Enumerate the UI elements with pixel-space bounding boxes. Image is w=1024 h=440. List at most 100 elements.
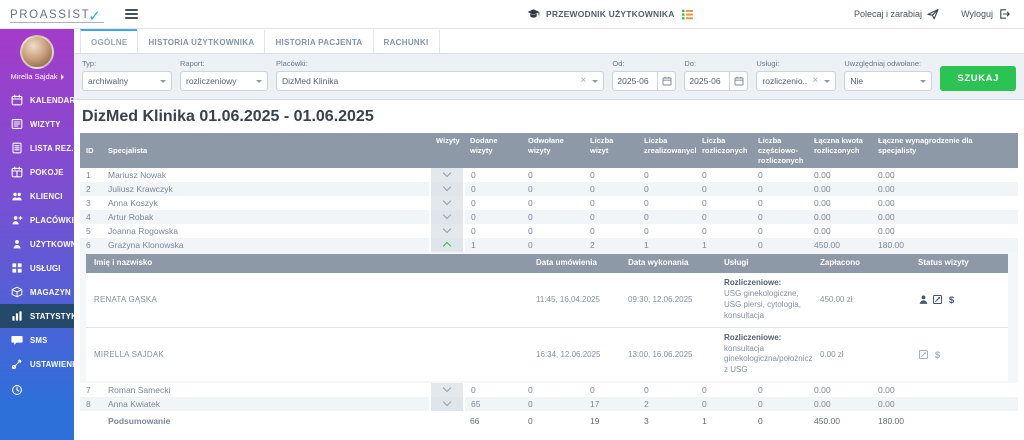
sidebar-item-lista-rez[interactable]: LISTA REZ. [0,136,74,160]
row-id: 8 [80,397,102,411]
specialist-name: Mariusz Nowak [102,168,430,182]
sidebar-item-sms[interactable]: SMS [0,328,74,352]
tab-historia-użytkownika[interactable]: HISTORIA UŻYTKOWNIKA [137,29,265,53]
sidebar-item-ustawienia[interactable]: USTAWIENIA [0,352,74,376]
tab-rachunki[interactable]: RACHUNKI [373,29,440,53]
user-guide-link[interactable]: PRZEWODNIK UŻYTKOWNIKA [546,9,675,19]
specialist-name: Artur Robak [102,210,430,224]
patient-name: MIRELLA SAJDAK [86,327,528,381]
report-content: DizMed Klinika 01.06.2025 - 01.06.2025 I… [74,100,1024,440]
sidebar-item-usługi[interactable]: USŁUGI [0,256,74,280]
cell-value: 2 [638,397,696,411]
column-header-data-wykonania: Data wykonania [620,254,716,273]
sidebar-item-label: USTAWIENIA [30,360,80,369]
sidebar-item-placówki[interactable]: PLACÓWKI [0,208,74,232]
tab-bar: OGÓLNEHISTORIA UŻYTKOWNIKAHISTORIA PACJE… [74,29,1024,54]
cell-value: 0 [638,196,696,210]
note-icon[interactable] [918,349,929,360]
summary-value: 450.00 [808,411,872,431]
cell-value: 0 [696,182,752,196]
cell-value: 0 [522,210,584,224]
cell-value: 0 [522,238,584,252]
cell-value: 2 [584,238,638,252]
facility-select[interactable]: DizMed Klinika × [276,71,604,91]
summary-value: 3 [638,411,696,431]
paper-plane-icon [927,8,939,20]
visit-services: Rozliczeniowe:konsultacja ginekologiczna… [716,327,812,381]
toggle-visits-button[interactable] [430,224,464,238]
cell-value: 17 [584,397,638,411]
clear-icon[interactable]: × [813,76,819,86]
settings-tools-icon [11,358,23,370]
summary-value: 19 [584,411,638,431]
sidebar-item-statystyki[interactable]: STATYSTYKI [0,304,74,328]
cell-value: 0 [522,383,584,397]
user-menu[interactable]: Mirella Sajdak [0,72,74,81]
date-to-input[interactable]: 2025-06 [684,71,748,91]
sidebar-item-history[interactable] [0,378,74,402]
services-select[interactable]: rozliczenio.. × [756,71,836,91]
chevron-down-icon [824,80,830,83]
cell-value: 0 [752,210,808,224]
clear-icon[interactable]: × [581,76,587,86]
cell-value: 0.00 [808,397,872,411]
chevron-down-icon [920,80,926,83]
logout-link[interactable]: Wyloguj [961,8,1010,20]
calendar-icon[interactable] [657,72,675,90]
sidebar-item-pokoje[interactable]: POKOJE [0,160,74,184]
report-filter-label: Raport: [180,59,268,68]
toggle-visits-button[interactable] [430,182,464,196]
sidebar-item-wizyty[interactable]: WIZYTY [0,112,74,136]
cell-value: 0 [696,196,752,210]
cell-value: 0 [638,168,696,182]
sidebar-item-użytkownicy[interactable]: UŻYTKOWNICY [0,232,74,256]
tab-ogólne[interactable]: OGÓLNE [80,29,138,53]
toggle-visits-button[interactable] [430,238,464,252]
toggle-visits-button[interactable] [430,397,464,411]
row-id: 1 [80,168,102,182]
toggle-visits-button[interactable] [430,168,464,182]
date-from-input[interactable]: 2025-06 [612,71,676,91]
chevron-down-icon [443,169,451,177]
scheduled-date: 16:34, 12.06.2025 [528,327,620,381]
cell-value: 0.00 [872,196,1018,210]
cell-value: 0 [584,168,638,182]
toggle-visits-button[interactable] [430,210,464,224]
cell-value: 0 [696,224,752,238]
row-id: 5 [80,224,102,238]
summary-label: Podsumowanie [102,411,430,431]
sidebar-item-klienci[interactable]: KLIENCI [0,184,74,208]
column-header-liczba-wizyt: Liczba wizyt [584,133,638,168]
cell-value: 0 [464,168,522,182]
cell-value: 0.00 [872,397,1018,411]
services-list: USG ginekologiczne, USG piersi, cytologi… [724,289,804,321]
filter-bar: Typ: archiwalny Raport: rozliczeniowy Pl… [74,54,1024,100]
row-id: 2 [80,182,102,196]
services-filter-label: Usługi: [756,59,836,68]
cell-value: 0 [752,238,808,252]
tab-historia-pacjenta[interactable]: HISTORIA PACJENTA [264,29,373,53]
sidebar-item-kalendarz[interactable]: KALENDARZ [0,88,74,112]
report-body: 1Mariusz Nowak0000000.000.002Juliusz Kra… [80,168,1018,431]
history-clock-icon [11,384,23,396]
toggle-visits-button[interactable] [430,383,464,397]
type-select[interactable]: archiwalny [82,71,172,91]
menu-hamburger-icon[interactable] [122,4,141,24]
include-cancelled-select[interactable]: Nie [844,71,932,91]
avatar[interactable] [20,35,54,69]
sidebar-item-label: MAGAZYN [30,288,71,297]
scheduled-date: 11:45, 16.04.2025 [528,273,620,327]
cell-value: 0.00 [808,168,872,182]
sidebar-item-magazyn[interactable]: MAGAZYN [0,280,74,304]
sidebar: Mirella Sajdak KALENDARZWIZYTYLISTA REZ.… [0,29,74,440]
visit-row: MIRELLA SAJDAK16:34, 12.06.202513:00, 16… [86,327,1008,381]
calendar-icon[interactable] [729,72,747,90]
report-select[interactable]: rozliczeniowy [180,71,268,91]
search-button[interactable]: SZUKAJ [940,66,1016,91]
toggle-visits-button[interactable] [430,196,464,210]
note-icon[interactable] [932,294,943,305]
refer-and-earn-link[interactable]: Polecaj i zarabiaj [854,8,939,20]
summary-value: 0 [752,411,808,431]
patient-name: RENATA GĄSKA [86,273,528,327]
proassist-logo: PROASSIST ✓ [10,6,104,23]
